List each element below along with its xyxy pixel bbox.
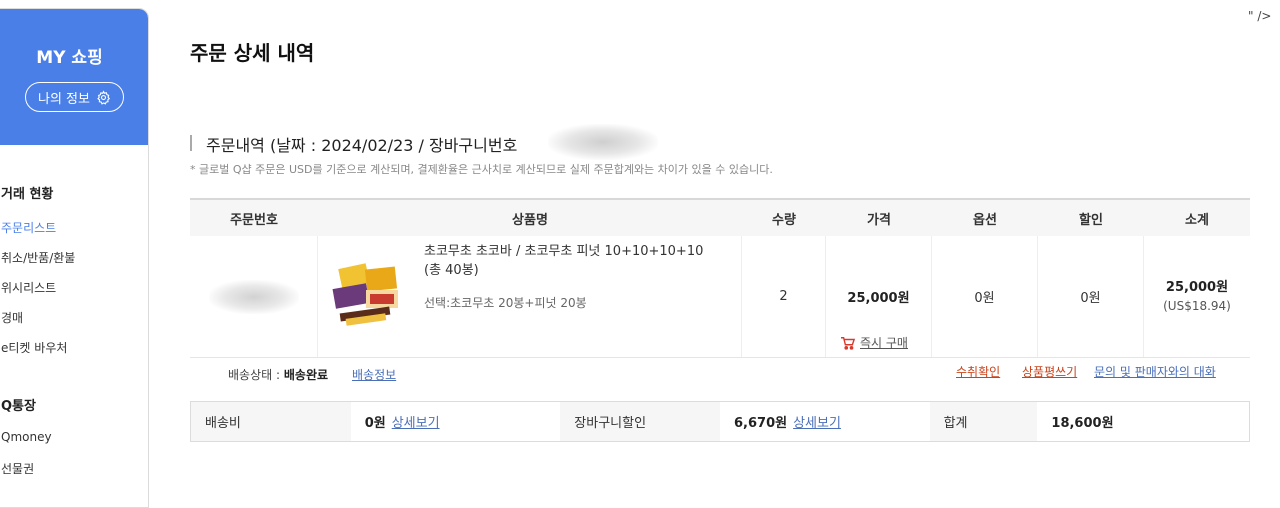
header-product-name: 상품명 [512, 212, 548, 228]
seller-inquiry-link[interactable]: 문의 및 판매자와의 대화 [1094, 363, 1216, 380]
my-info-label: 나의 정보 [38, 91, 90, 107]
subtotal-krw: 25,000원 [1165, 279, 1229, 295]
confirm-receipt-link[interactable]: 수취확인 [956, 363, 1000, 380]
order-number-cell [190, 236, 318, 357]
order-summary-table: 배송비 0원 상세보기 장바구니할인 6,670원 상세보기 합계 18,600… [190, 401, 1250, 442]
shipping-fee-label: 배송비 [191, 402, 351, 441]
table-row: 초코무초 초코바 / 초코무초 피넛 10+10+10+10 (총 40봉) 선… [190, 236, 1250, 358]
sidebar-title: MY 쇼핑 [36, 48, 103, 68]
shipping-status-label: 배송상태 : [228, 368, 281, 382]
cart-discount-label: 장바구니할인 [560, 402, 720, 441]
cart-discount-value: 6,670원 [734, 416, 788, 431]
cart-discount-cell: 6,670원 상세보기 [720, 402, 930, 441]
total-label: 합계 [929, 402, 1038, 441]
product-cell: 초코무초 초코바 / 초코무초 피넛 10+10+10+10 (총 40봉) 선… [318, 236, 742, 357]
order-section-title: 주문내역 (날짜 : 2024/02/23 / 장바구니번호 [206, 136, 518, 155]
shipping-status-value: 배송완료 [283, 368, 329, 382]
shipping-status-row: 배송상태 : 배송완료 배송정보 수취확인 상품평쓰기 문의 및 판매자와의 대… [190, 357, 1250, 389]
shipping-fee-value: 0원 [364, 416, 386, 431]
stray-markup-text: " /> [1248, 9, 1272, 23]
sidebar-item-gift-card[interactable]: 선물권 [1, 460, 34, 477]
buy-now-link[interactable]: 즉시 구매 [840, 334, 908, 351]
product-name-link[interactable]: 초코무초 초코바 / 초코무초 피넛 10+10+10+10 (총 40봉) [424, 242, 724, 280]
header-price: 가격 [867, 212, 891, 228]
option-cell: 0원 [932, 236, 1038, 357]
subtotal-cell: 25,000원 (US$18.94) [1144, 236, 1250, 357]
total-value: 18,600원 [1051, 416, 1114, 431]
shipping-fee-detail-link[interactable]: 상세보기 [392, 412, 440, 431]
blurred-basket-number [548, 124, 658, 160]
header-discount: 할인 [1079, 212, 1103, 228]
product-thumbnail[interactable] [330, 260, 402, 330]
sidebar-item-qmoney[interactable]: Qmoney [1, 430, 52, 444]
option-price-value: 0원 [974, 291, 995, 306]
sidebar-header: MY 쇼핑 나의 정보 [0, 9, 148, 145]
my-shopping-sidebar: MY 쇼핑 나의 정보 거래 현황 주문리스트 취소/반품/환불 위시리스트 경… [0, 8, 149, 508]
sidebar-section-qpassbook: Q통장 [1, 399, 36, 414]
sidebar-section-trade: 거래 현황 [1, 187, 54, 202]
buy-now-label: 즉시 구매 [860, 336, 908, 350]
shipping-info-link[interactable]: 배송정보 [352, 366, 396, 383]
product-option: 선택:초코무초 20봉+피넛 20봉 [424, 296, 587, 310]
header-option: 옵션 [973, 212, 997, 228]
sidebar-item-wishlist[interactable]: 위시리스트 [1, 279, 56, 296]
header-subtotal: 소계 [1185, 212, 1209, 228]
quantity-cell: 2 [742, 236, 826, 357]
cart-discount-detail-link[interactable]: 상세보기 [793, 412, 841, 431]
page-title: 주문 상세 내역 [190, 41, 315, 65]
section-bar [190, 135, 192, 151]
sidebar-item-order-list[interactable]: 주문리스트 [1, 219, 56, 236]
quantity-value: 2 [779, 289, 788, 304]
order-table: 주문번호 상품명 수량 가격 옵션 할인 소계 초코무초 초코바 / 초코무초 … [190, 198, 1250, 358]
total-cell: 18,600원 [1037, 402, 1249, 441]
write-review-link[interactable]: 상품평쓰기 [1022, 363, 1077, 380]
blurred-order-number [208, 279, 299, 314]
discount-value: 0원 [1080, 291, 1101, 306]
shipping-fee-cell: 0원 상세보기 [351, 402, 561, 441]
subtotal: 25,000원 (US$18.94) [1163, 279, 1231, 315]
shipping-status: 배송상태 : 배송완료 [228, 366, 328, 383]
sidebar-item-cancel-return[interactable]: 취소/반품/환불 [1, 249, 75, 266]
table-header: 주문번호 상품명 수량 가격 옵션 할인 소계 [190, 200, 1250, 236]
my-info-button[interactable]: 나의 정보 [25, 82, 124, 112]
cart-plus-icon [841, 336, 856, 350]
sidebar-item-auction[interactable]: 경매 [1, 309, 23, 326]
exchange-rate-notice: * 글로벌 Q샵 주문은 USD를 기준으로 계산되며, 결제환율은 근사치로 … [190, 163, 773, 176]
sidebar-item-eticket[interactable]: e티켓 바우처 [1, 339, 67, 356]
gear-icon [97, 89, 111, 105]
subtotal-usd: (US$18.94) [1163, 298, 1231, 313]
discount-cell: 0원 [1038, 236, 1144, 357]
header-order-number: 주문번호 [230, 212, 278, 228]
header-quantity: 수량 [772, 212, 796, 228]
price-cell: 25,000원 즉시 구매 [826, 236, 932, 357]
price-value: 25,000원 [847, 291, 910, 306]
